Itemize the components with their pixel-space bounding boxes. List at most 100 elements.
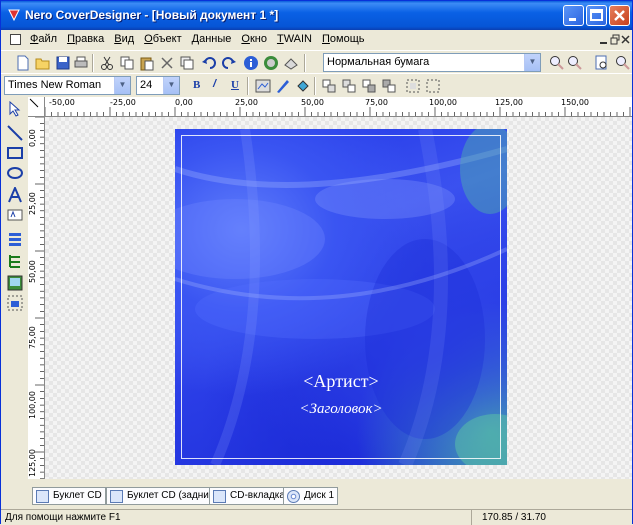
text-field-tool-icon[interactable] bbox=[7, 207, 23, 223]
delete-icon[interactable] bbox=[159, 55, 175, 71]
duplicate-icon[interactable] bbox=[179, 55, 195, 71]
underline-button[interactable]: U bbox=[231, 79, 239, 91]
zoom-tool-icon[interactable] bbox=[615, 55, 631, 71]
cover-artwork[interactable]: <Артист> <Заголовок> bbox=[175, 129, 507, 465]
align-icon[interactable] bbox=[321, 78, 337, 94]
font-size-value: 24 bbox=[140, 79, 153, 91]
menu-window[interactable]: Окно bbox=[236, 33, 272, 45]
menu-data[interactable]: Данные bbox=[187, 33, 237, 45]
copy-icon[interactable] bbox=[119, 55, 135, 71]
ruler-label: 75,00 bbox=[28, 326, 37, 349]
fill-icon[interactable] bbox=[295, 78, 311, 94]
window-title: Nero CoverDesigner - [Новый документ 1 *… bbox=[25, 8, 279, 22]
maximize-icon bbox=[590, 9, 603, 21]
print-icon[interactable] bbox=[73, 55, 89, 71]
ellipse-tool-icon[interactable] bbox=[7, 165, 23, 181]
tab-disc-1[interactable]: Диск 1 bbox=[283, 487, 339, 505]
pointer-icon[interactable] bbox=[7, 101, 23, 117]
chevron-down-icon[interactable]: ▼ bbox=[114, 77, 130, 94]
vertical-ruler-ticks bbox=[35, 117, 44, 479]
ruler-label: 50,00 bbox=[28, 260, 37, 283]
web-icon[interactable] bbox=[263, 55, 279, 71]
save-icon[interactable] bbox=[55, 55, 71, 71]
chevron-down-icon[interactable]: ▼ bbox=[524, 54, 540, 71]
maximize-button[interactable] bbox=[586, 5, 607, 26]
booklet-icon bbox=[36, 490, 49, 503]
ruler-label: -25,00 bbox=[110, 98, 136, 107]
toolbox bbox=[1, 97, 27, 482]
group-icon[interactable] bbox=[405, 78, 421, 94]
status-hint: Для помощи нажмите F1 bbox=[5, 512, 121, 523]
paste-icon[interactable] bbox=[139, 55, 155, 71]
tab-label: Диск 1 bbox=[304, 490, 335, 501]
info-icon[interactable] bbox=[243, 55, 259, 71]
paper-type-select[interactable]: Нормальная бумага ▼ bbox=[323, 53, 541, 72]
tab-cd-inlay[interactable]: CD-вкладка bbox=[209, 487, 289, 505]
page-view-icon[interactable] bbox=[593, 55, 609, 71]
doc-restore-icon[interactable] bbox=[610, 33, 620, 47]
minimize-button[interactable] bbox=[563, 5, 584, 26]
tab-booklet-cd[interactable]: Буклет CD bbox=[32, 487, 106, 505]
ruler-label: 125,00 bbox=[495, 98, 523, 107]
arrange-icon[interactable] bbox=[341, 78, 357, 94]
italic-button[interactable]: / bbox=[213, 78, 216, 90]
undo-icon[interactable] bbox=[201, 55, 217, 71]
chevron-down-icon[interactable]: ▼ bbox=[163, 77, 179, 94]
tab-label: Буклет CD bbox=[53, 490, 102, 501]
menu-help[interactable]: Помощь bbox=[317, 33, 370, 45]
menu-object[interactable]: Объект bbox=[139, 33, 186, 45]
send-back-icon[interactable] bbox=[381, 78, 397, 94]
bring-front-icon[interactable] bbox=[361, 78, 377, 94]
font-name-value: Times New Roman bbox=[8, 79, 102, 91]
frame-tool-icon[interactable] bbox=[7, 295, 23, 311]
close-button[interactable] bbox=[609, 5, 630, 26]
tab-booklet-cd-back[interactable]: Буклет CD (задний) bbox=[106, 487, 222, 505]
menu-file[interactable]: Файл bbox=[25, 33, 62, 45]
format-toolbar: Times New Roman ▼ 24 ▼ B / U bbox=[1, 73, 632, 97]
cd-icon bbox=[287, 490, 300, 503]
booklet-back-icon bbox=[110, 490, 123, 503]
title-bar[interactable]: Nero CoverDesigner - [Новый документ 1 *… bbox=[1, 1, 632, 30]
pen-icon[interactable] bbox=[275, 78, 291, 94]
image-tool-icon[interactable] bbox=[7, 275, 23, 291]
ungroup-icon[interactable] bbox=[425, 78, 441, 94]
ruler-label: 75,00 bbox=[365, 98, 388, 107]
ruler-label: 0,00 bbox=[28, 129, 37, 147]
zoom-out-icon[interactable] bbox=[567, 55, 583, 71]
ruler-corner bbox=[28, 97, 45, 117]
tab-label: Буклет CD (задний) bbox=[127, 490, 218, 501]
ruler-label: 100,00 bbox=[429, 98, 457, 107]
scan-icon[interactable] bbox=[283, 55, 299, 71]
status-bar: Для помощи нажмите F1 170.85 / 31.70 bbox=[1, 509, 632, 525]
doc-close-icon[interactable] bbox=[621, 33, 631, 47]
artist-text[interactable]: <Артист> bbox=[175, 371, 507, 392]
bold-button[interactable]: B bbox=[193, 79, 200, 91]
ruler-label: 25,00 bbox=[28, 192, 37, 215]
font-name-select[interactable]: Times New Roman ▼ bbox=[4, 76, 131, 95]
tree-tool-icon[interactable] bbox=[7, 253, 23, 269]
new-document-icon[interactable] bbox=[15, 55, 31, 71]
menu-twain[interactable]: TWAIN bbox=[272, 33, 317, 45]
close-icon bbox=[614, 10, 625, 21]
image-properties-icon[interactable] bbox=[255, 78, 271, 94]
redo-icon[interactable] bbox=[221, 55, 237, 71]
ruler-label: 100,00 bbox=[28, 391, 37, 419]
doc-minimize-icon[interactable] bbox=[599, 33, 609, 47]
rectangle-tool-icon[interactable] bbox=[7, 145, 23, 161]
menu-view[interactable]: Вид bbox=[109, 33, 139, 45]
title-text[interactable]: <Заголовок> bbox=[175, 401, 507, 418]
menu-edit[interactable]: Правка bbox=[62, 33, 109, 45]
open-folder-icon[interactable] bbox=[35, 55, 51, 71]
font-size-select[interactable]: 24 ▼ bbox=[136, 76, 180, 95]
text-tool-icon[interactable] bbox=[7, 187, 23, 203]
ruler-label: -50,00 bbox=[49, 98, 75, 107]
document-icon[interactable] bbox=[10, 34, 21, 45]
inlay-icon bbox=[213, 490, 226, 503]
ruler-label: 150,00 bbox=[561, 98, 589, 107]
app-icon bbox=[8, 9, 20, 22]
list-tool-icon[interactable] bbox=[7, 231, 23, 247]
line-tool-icon[interactable] bbox=[7, 125, 23, 141]
design-canvas[interactable]: <Артист> <Заголовок> bbox=[45, 117, 632, 479]
zoom-in-icon[interactable] bbox=[549, 55, 565, 71]
cut-icon[interactable] bbox=[99, 55, 115, 71]
